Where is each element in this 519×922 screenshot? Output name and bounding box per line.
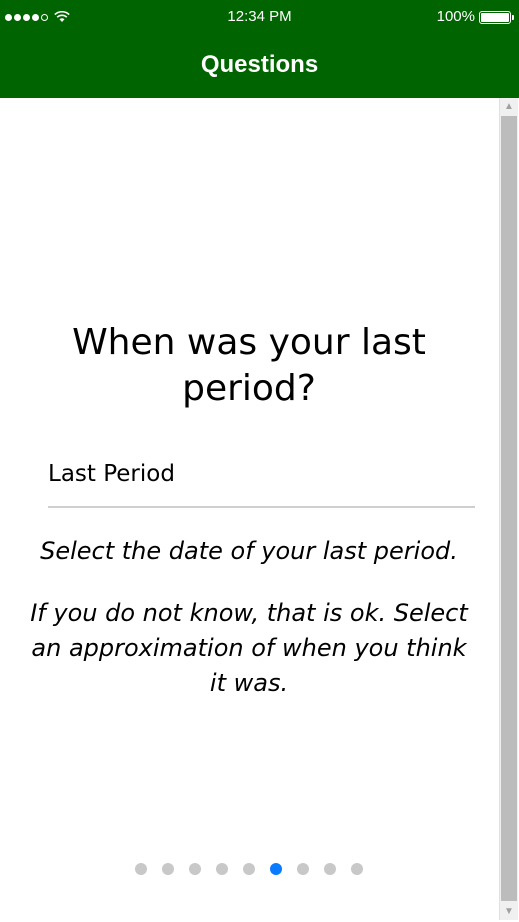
page-dot[interactable] (162, 863, 174, 875)
page-indicator (0, 863, 498, 875)
battery-percent: 100% (436, 8, 475, 25)
nav-title: Questions (200, 51, 319, 78)
last-period-field[interactable]: Last Period (48, 460, 175, 488)
page-dot[interactable] (324, 863, 336, 875)
status-right: 100% (436, 8, 514, 26)
page-dot[interactable] (189, 863, 201, 875)
page-dot[interactable] (243, 863, 255, 875)
page-dot[interactable] (216, 863, 228, 875)
scroll-thumb[interactable] (501, 116, 517, 901)
battery-icon (479, 10, 514, 24)
nav-bar: Questions (0, 34, 519, 98)
question-title: When was your last period? (72, 322, 426, 409)
scrollbar[interactable]: ▲ ▼ (499, 98, 518, 920)
status-bar: 12:34 PM 100% (0, 0, 519, 34)
question-page: When was your last period? Last Period S… (0, 98, 498, 922)
page-dot[interactable] (135, 863, 147, 875)
helper-text-secondary: If you do not know, that is ok. Select a… (30, 599, 468, 697)
field-underline (48, 506, 475, 508)
helper-text-primary: Select the date of your last period. (40, 537, 458, 565)
page-dot[interactable] (351, 863, 363, 875)
scroll-down-arrow-icon[interactable]: ▼ (500, 903, 518, 920)
scroll-up-arrow-icon[interactable]: ▲ (500, 98, 518, 115)
page-dot[interactable] (297, 863, 309, 875)
page-dot-active[interactable] (270, 863, 282, 875)
